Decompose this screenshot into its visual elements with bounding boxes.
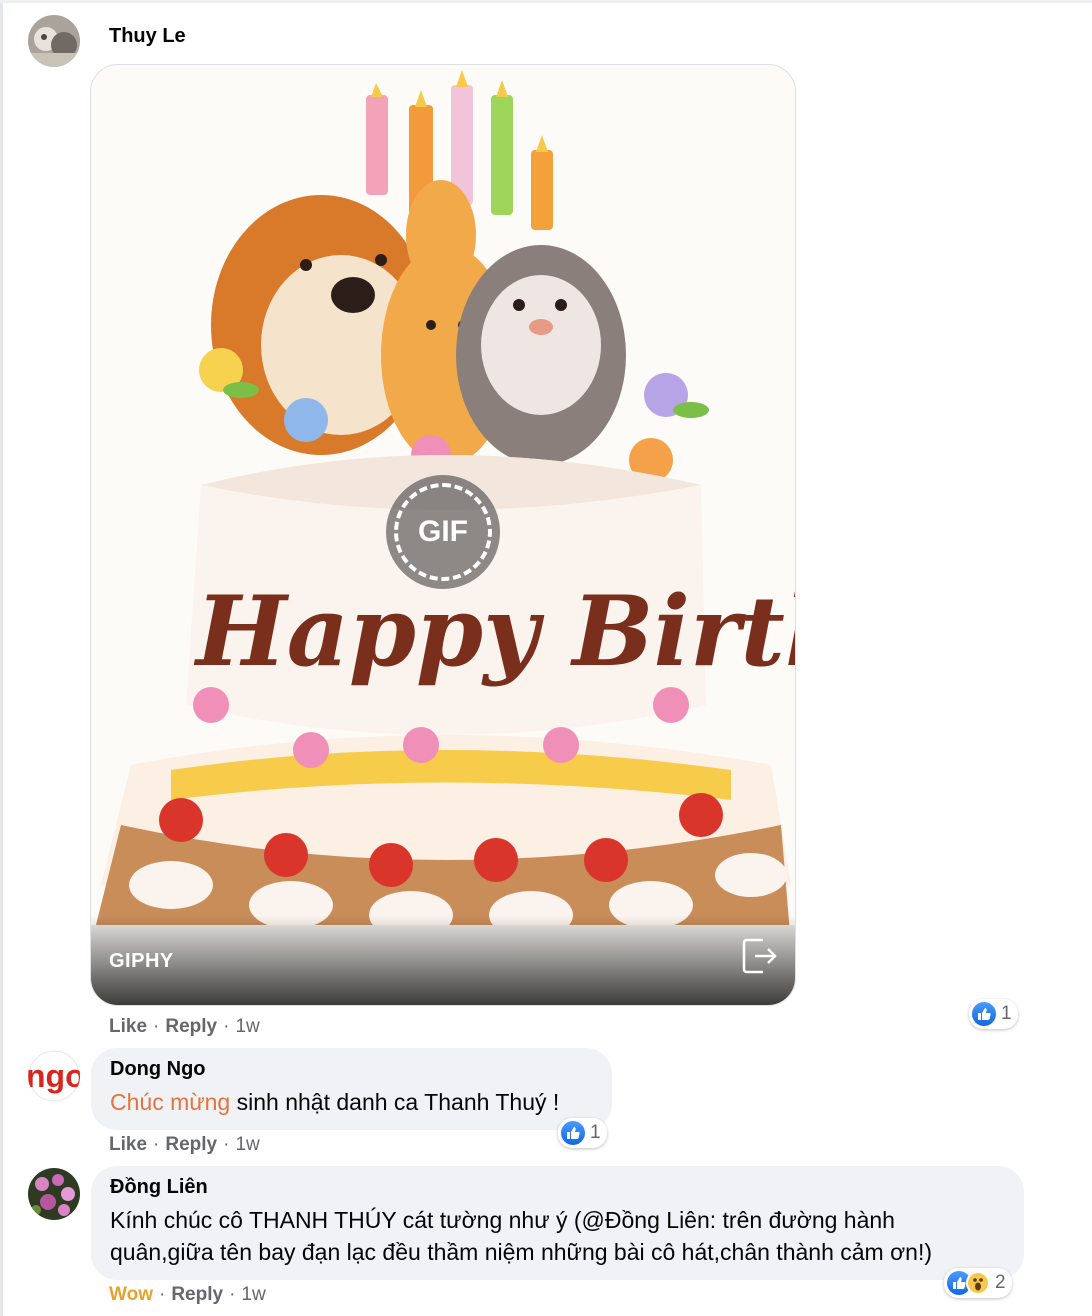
reaction-summary[interactable]: 1 (969, 999, 1018, 1029)
avatar-dong-lien[interactable] (28, 1168, 80, 1220)
gif-attachment[interactable]: Happy Birthday GIF GIPHY (90, 64, 796, 1006)
separator: · (223, 1134, 230, 1155)
reaction-count: 1 (590, 1122, 601, 1143)
separator: · (153, 1016, 160, 1037)
reply-link[interactable]: Reply (165, 1016, 217, 1038)
separator: · (223, 1016, 230, 1037)
wow-icon (966, 1271, 990, 1295)
comment-text-line-2: quân,giữa tên bay đạn lạc đều thầm niệm … (110, 1239, 933, 1265)
reply-link[interactable]: Reply (171, 1284, 223, 1306)
timestamp[interactable]: 1w (235, 1016, 259, 1038)
comment-author[interactable]: Thuy Le (109, 25, 186, 48)
gif-play-badge[interactable]: GIF (386, 475, 500, 589)
giphy-attribution[interactable]: GIPHY (109, 950, 174, 973)
reaction-count: 2 (995, 1272, 1006, 1293)
comment-text-rest: sinh nhật danh ca Thanh Thuý ! (230, 1089, 560, 1115)
cake-lettering: Happy Birthday (193, 575, 796, 688)
comment-text: Chúc mừng sinh nhật danh ca Thanh Thuý ! (110, 1086, 559, 1118)
open-external-icon[interactable] (741, 936, 779, 981)
like-icon (972, 1002, 996, 1026)
wow-reaction-link[interactable]: Wow (109, 1284, 153, 1306)
top-border (0, 0, 1092, 3)
comment-author[interactable]: Đồng Liên (110, 1176, 208, 1199)
comment-actions: Like · Reply · 1w (109, 1016, 260, 1038)
timestamp[interactable]: 1w (235, 1134, 259, 1156)
comment-bubble: Đồng Liên Kính chúc cô THANH THÚY cát tư… (91, 1166, 1024, 1280)
like-link[interactable]: Like (109, 1134, 147, 1156)
hashtag-link[interactable]: Chúc mừng (110, 1089, 230, 1115)
comment-author[interactable]: Dong Ngo (110, 1058, 206, 1081)
separator: · (229, 1284, 236, 1305)
left-border (0, 0, 3, 1316)
like-link[interactable]: Like (109, 1016, 147, 1038)
comment-actions: Like · Reply · 1w (109, 1134, 260, 1156)
reaction-summary[interactable]: 2 (944, 1268, 1012, 1298)
separator: · (158, 1284, 166, 1305)
reaction-summary[interactable]: 1 (558, 1118, 607, 1148)
comment-text-line-1: Kính chúc cô THANH THÚY cát tường như ý … (110, 1207, 895, 1233)
svg-text:ngo: ngo (28, 1058, 80, 1094)
timestamp[interactable]: 1w (241, 1284, 265, 1306)
gif-badge-label: GIF (418, 515, 468, 548)
separator: · (153, 1134, 160, 1155)
reply-link[interactable]: Reply (165, 1134, 217, 1156)
comment-actions: Wow · Reply · 1w (109, 1284, 266, 1306)
avatar-thuy-le[interactable] (28, 15, 80, 67)
like-icon (561, 1121, 585, 1145)
reaction-count: 1 (1001, 1003, 1012, 1024)
comment-bubble: Dong Ngo Chúc mừng sinh nhật danh ca Tha… (91, 1048, 612, 1130)
gif-footer-overlay (91, 915, 795, 1005)
avatar-dong-ngo[interactable]: ngo (28, 1050, 80, 1102)
